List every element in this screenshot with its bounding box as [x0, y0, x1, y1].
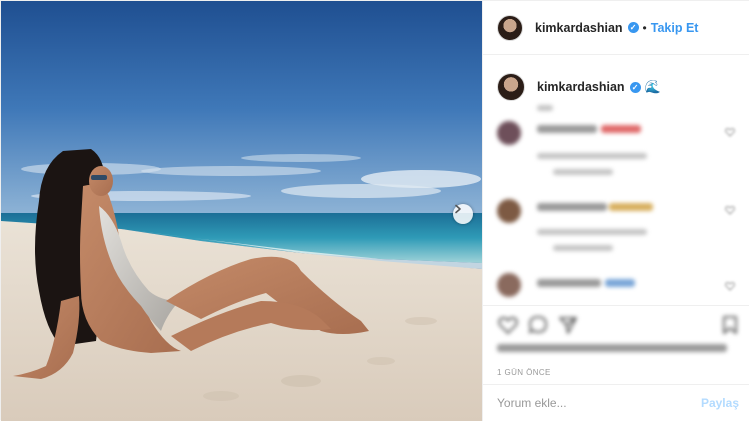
post-photo[interactable]: [1, 1, 482, 421]
avatar[interactable]: [497, 121, 521, 145]
verified-badge-icon: ✓: [627, 22, 639, 33]
caption-avatar[interactable]: [497, 73, 525, 101]
comment-icon[interactable]: [527, 314, 549, 336]
add-comment-bar: Paylaş: [483, 384, 749, 421]
wave-emoji-icon: 🌊: [644, 79, 661, 94]
heart-outline-icon[interactable]: [725, 281, 735, 291]
avatar[interactable]: [497, 273, 521, 297]
likes-count-blurred[interactable]: [497, 344, 727, 353]
next-photo-button[interactable]: [453, 204, 473, 224]
heart-outline-icon[interactable]: [725, 205, 735, 215]
caption-username[interactable]: kimkardashian: [537, 80, 625, 94]
avatar[interactable]: [497, 199, 521, 223]
chevron-right-icon: [455, 204, 461, 214]
header-username[interactable]: kimkardashian: [535, 21, 623, 35]
bookmark-icon[interactable]: [719, 314, 741, 336]
caption: kimkardashian ✓ 🌊: [497, 73, 661, 101]
heart-icon[interactable]: [497, 314, 519, 336]
heart-outline-icon[interactable]: [725, 127, 735, 137]
comments-list: kimkardashian ✓ 🌊: [483, 55, 749, 305]
separator-dot: •: [642, 20, 647, 35]
beach-photo: [1, 1, 482, 421]
share-icon[interactable]: [557, 314, 579, 336]
post-header: kimkardashian ✓ • Takip Et: [483, 1, 749, 55]
post-comment-button[interactable]: Paylaş: [701, 396, 739, 410]
post-side-panel: kimkardashian ✓ • Takip Et kimkardashian…: [482, 1, 749, 421]
follow-button[interactable]: Takip Et: [651, 21, 699, 35]
verified-badge-icon: ✓: [629, 81, 641, 93]
avatar[interactable]: [497, 14, 523, 41]
instagram-post: kimkardashian ✓ • Takip Et kimkardashian…: [0, 0, 749, 421]
post-timestamp[interactable]: 1 GÜN ÖNCE: [497, 368, 551, 377]
comment-input[interactable]: [497, 396, 701, 410]
